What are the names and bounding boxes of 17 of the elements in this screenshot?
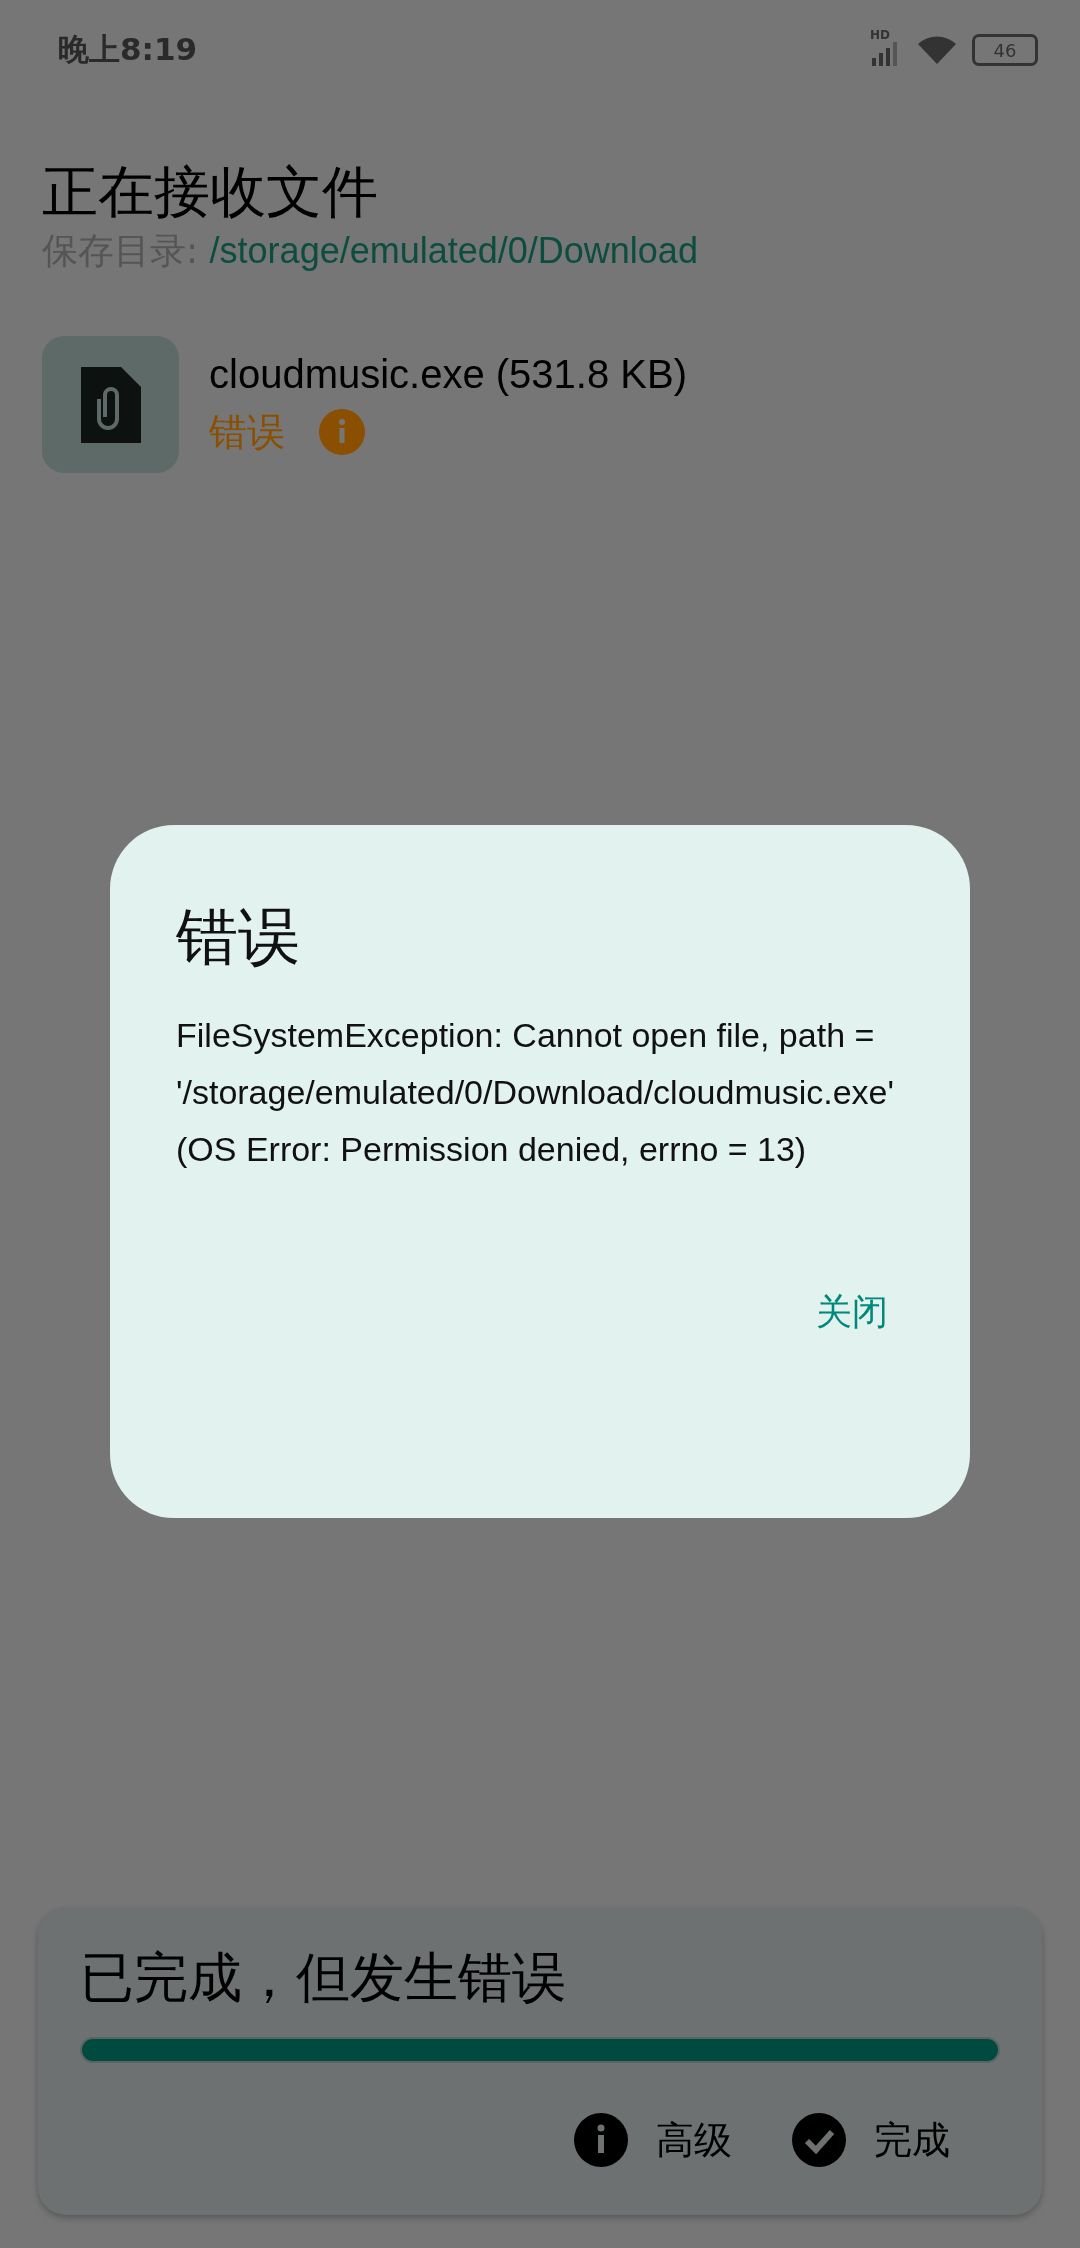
save-dir-path: /storage/emulated/0/Download xyxy=(209,230,698,272)
file-icon xyxy=(42,336,179,474)
close-button[interactable]: 关闭 xyxy=(800,1278,904,1348)
dialog-message: FileSystemException: Cannot open file, path = '/storage/emulated/0/Download/cloudmusic.exe' (OS Error: Permission denied, errno = 13) xyxy=(176,1015,895,1171)
battery-icon: 46 xyxy=(972,34,1038,66)
file-status: 错误 xyxy=(209,408,285,456)
status-time: 晚上8:19 xyxy=(58,30,198,69)
advanced-button[interactable]: 高级 xyxy=(574,2113,732,2168)
done-button[interactable]: 完成 xyxy=(792,2113,950,2168)
progress-title: 已完成，但发生错误 xyxy=(80,1945,567,2012)
wifi-icon xyxy=(916,34,958,66)
dialog-title: 错误 xyxy=(176,899,301,976)
file-name: cloudmusic.exe (531.8 KB) xyxy=(209,351,687,397)
check-icon xyxy=(792,2113,846,2168)
info-icon xyxy=(574,2113,628,2168)
page-title: 正在接收文件 xyxy=(42,158,379,226)
info-icon[interactable] xyxy=(319,409,365,456)
